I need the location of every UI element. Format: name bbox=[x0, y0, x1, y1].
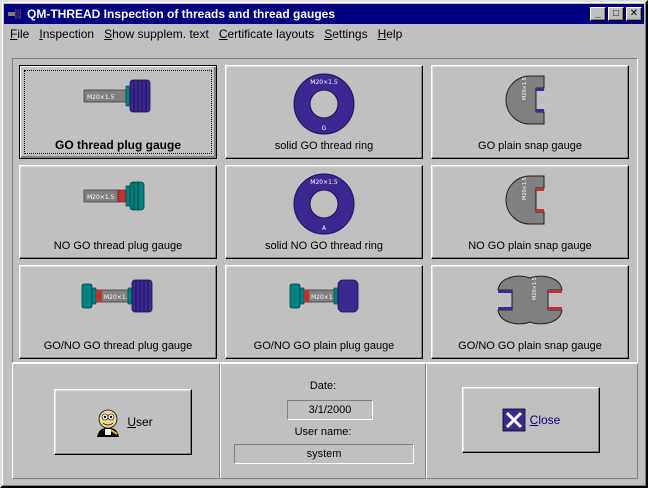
title-bar[interactable]: QM-THREAD Inspection of threads and thre… bbox=[4, 4, 644, 24]
date-label: Date: bbox=[309, 380, 337, 392]
gonogo-thread-plug-gauge-button[interactable]: M20×1.5 GO/NO GO thread plug gauge bbox=[19, 265, 217, 359]
go-plain-snap-gauge-button[interactable]: M20×1.5 GO plain snap gauge bbox=[431, 65, 629, 159]
close-app-icon bbox=[502, 408, 526, 432]
close-panel: Close bbox=[426, 363, 638, 479]
user-label: User bbox=[127, 415, 153, 429]
go-thread-plug-gauge-button[interactable]: M20×1.5 GO thread plug gauge bbox=[19, 65, 217, 159]
menu-certificate-layouts[interactable]: Certificate layouts bbox=[215, 27, 318, 41]
app-window: QM-THREAD Inspection of threads and thre… bbox=[0, 0, 648, 488]
window-title: QM-THREAD Inspection of threads and thre… bbox=[27, 7, 336, 21]
gauge-label: GO/NO GO plain plug gauge bbox=[253, 340, 395, 352]
thread-plug-go-icon: M20×1.5 bbox=[83, 79, 151, 113]
nogo-plain-snap-gauge-button[interactable]: M20×1.5 NO GO plain snap gauge bbox=[431, 165, 629, 259]
gauge-label: NO GO plain snap gauge bbox=[468, 240, 592, 252]
svg-text:M20×1.5: M20×1.5 bbox=[87, 94, 115, 101]
solid-nogo-thread-ring-button[interactable]: M20×1.5 A solid NO GO thread ring bbox=[225, 165, 423, 259]
menu-settings[interactable]: Settings bbox=[320, 27, 371, 41]
svg-text:M20×1.5: M20×1.5 bbox=[104, 294, 132, 301]
user-button[interactable]: User bbox=[54, 389, 192, 455]
gauge-label: solid NO GO thread ring bbox=[265, 240, 383, 252]
gauge-label: GO/NO GO plain snap gauge bbox=[458, 340, 602, 352]
nogo-thread-plug-gauge-button[interactable]: M20×1.5 NO GO thread plug gauge bbox=[19, 165, 217, 259]
menu-show-supplem-text[interactable]: Show supplem. text bbox=[100, 27, 213, 41]
bottom-panel: User Date: 3/1/2000 User name: system Cl… bbox=[12, 363, 638, 479]
menu-bar: File Inspection Show supplem. text Certi… bbox=[4, 24, 644, 44]
gauge-label: solid GO thread ring bbox=[274, 140, 374, 152]
plain-plug-gonogo-icon: M20×1.5 bbox=[289, 279, 359, 313]
close-window-button[interactable]: ✕ bbox=[626, 7, 642, 21]
svg-text:M20×1.5: M20×1.5 bbox=[87, 194, 115, 201]
thread-plug-nogo-icon: M20×1.5 bbox=[83, 181, 145, 211]
menu-inspection[interactable]: Inspection bbox=[35, 27, 98, 41]
maximize-icon: □ bbox=[612, 8, 620, 19]
snap-gauge-gonogo-icon: M20×1.5 bbox=[497, 275, 563, 325]
gonogo-plain-snap-gauge-button[interactable]: M20×1.5 GO/NO GO plain snap gauge bbox=[431, 265, 629, 359]
svg-text:M20×1.5: M20×1.5 bbox=[522, 77, 528, 100]
close-label: Close bbox=[529, 413, 561, 427]
close-icon: ✕ bbox=[629, 8, 639, 19]
close-button[interactable]: Close bbox=[462, 387, 600, 453]
app-icon bbox=[8, 9, 21, 19]
menu-help[interactable]: Help bbox=[374, 27, 407, 41]
menu-file[interactable]: File bbox=[6, 27, 33, 41]
svg-text:M20×1.5: M20×1.5 bbox=[532, 277, 538, 300]
date-field: 3/1/2000 bbox=[287, 400, 373, 420]
user-name-field: system bbox=[234, 444, 414, 464]
gauge-selection-panel: M20×1.5 GO thread plug gauge M20×1.5 G s… bbox=[12, 58, 638, 363]
thread-plug-gonogo-icon: M20×1.5 bbox=[81, 279, 153, 313]
gonogo-plain-plug-gauge-button[interactable]: M20×1.5 GO/NO GO plain plug gauge bbox=[225, 265, 423, 359]
svg-text:M20×1.5: M20×1.5 bbox=[310, 179, 338, 186]
snap-gauge-go-icon: M20×1.5 bbox=[505, 75, 545, 125]
maximize-button[interactable]: □ bbox=[608, 7, 624, 21]
thread-ring-go-icon: M20×1.5 G bbox=[293, 73, 355, 135]
minimize-icon: _ bbox=[595, 8, 601, 19]
svg-text:M20×1.5: M20×1.5 bbox=[522, 177, 528, 200]
gauge-label: GO/NO GO thread plug gauge bbox=[43, 340, 193, 352]
minimize-button[interactable]: _ bbox=[590, 7, 606, 21]
user-name-label: User name: bbox=[294, 426, 352, 438]
gauge-label: GO plain snap gauge bbox=[478, 140, 582, 152]
svg-text:G: G bbox=[322, 125, 327, 132]
window-controls: _ □ ✕ bbox=[588, 7, 642, 21]
user-icon bbox=[97, 409, 120, 437]
gauge-label: NO GO thread plug gauge bbox=[53, 240, 183, 252]
snap-gauge-nogo-icon: M20×1.5 bbox=[505, 175, 545, 225]
gauge-label: GO thread plug gauge bbox=[54, 138, 181, 152]
info-panel: Date: 3/1/2000 User name: system bbox=[220, 363, 426, 479]
thread-ring-nogo-icon: M20×1.5 A bbox=[293, 173, 355, 235]
svg-text:M20×1.5: M20×1.5 bbox=[310, 79, 338, 86]
solid-go-thread-ring-button[interactable]: M20×1.5 G solid GO thread ring bbox=[225, 65, 423, 159]
user-panel: User bbox=[12, 363, 220, 479]
